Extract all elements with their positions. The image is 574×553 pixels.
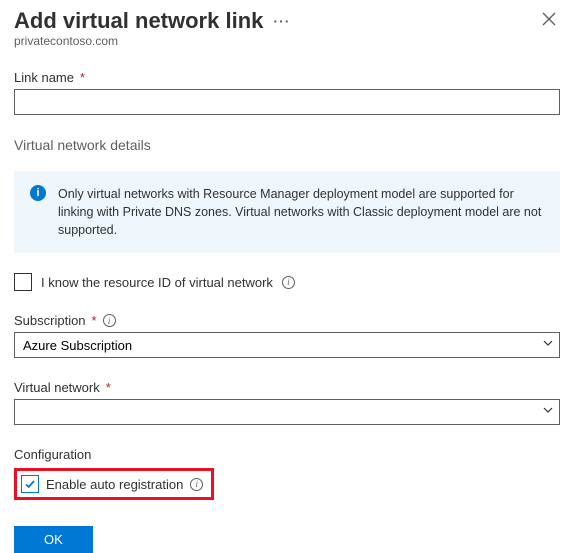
pane-title: Add virtual network link ··· bbox=[14, 8, 290, 34]
link-name-input[interactable] bbox=[14, 89, 560, 115]
subscription-label-text: Subscription bbox=[14, 313, 86, 328]
vnet-details-heading: Virtual network details bbox=[14, 137, 560, 153]
know-resource-id-checkbox[interactable] bbox=[14, 273, 32, 291]
pane-subtitle: privatecontoso.com bbox=[14, 34, 290, 48]
info-tooltip-icon[interactable]: i bbox=[282, 276, 295, 289]
enable-auto-registration-highlight: Enable auto registration i bbox=[14, 468, 214, 500]
enable-auto-registration-checkbox[interactable] bbox=[21, 475, 39, 493]
virtual-network-label-text: Virtual network bbox=[14, 380, 100, 395]
info-banner: i Only virtual networks with Resource Ma… bbox=[14, 171, 560, 253]
virtual-network-label: Virtual network * bbox=[14, 380, 560, 395]
pane-header: Add virtual network link ··· privatecont… bbox=[14, 8, 560, 48]
more-icon[interactable]: ··· bbox=[273, 13, 290, 29]
required-star: * bbox=[106, 380, 111, 395]
virtual-network-select-wrap bbox=[14, 399, 560, 425]
know-resource-id-row: I know the resource ID of virtual networ… bbox=[14, 273, 560, 291]
know-resource-id-label: I know the resource ID of virtual networ… bbox=[41, 275, 273, 290]
subscription-label: Subscription * i bbox=[14, 313, 560, 328]
info-tooltip-icon[interactable]: i bbox=[103, 314, 116, 327]
configuration-heading: Configuration bbox=[14, 447, 560, 462]
subscription-select[interactable] bbox=[14, 332, 560, 358]
title-text: Add virtual network link bbox=[14, 8, 263, 34]
required-star: * bbox=[80, 70, 85, 85]
enable-auto-registration-label: Enable auto registration bbox=[46, 477, 183, 492]
info-tooltip-icon[interactable]: i bbox=[190, 478, 203, 491]
virtual-network-select[interactable] bbox=[14, 399, 560, 425]
link-name-label-text: Link name bbox=[14, 70, 74, 85]
ok-button[interactable]: OK bbox=[14, 526, 93, 553]
title-block: Add virtual network link ··· privatecont… bbox=[14, 8, 290, 48]
close-icon[interactable] bbox=[538, 8, 560, 35]
link-name-label: Link name * bbox=[14, 70, 560, 85]
required-star: * bbox=[92, 313, 97, 328]
info-banner-text: Only virtual networks with Resource Mana… bbox=[58, 185, 544, 239]
subscription-select-wrap bbox=[14, 332, 560, 358]
info-icon: i bbox=[30, 185, 46, 201]
